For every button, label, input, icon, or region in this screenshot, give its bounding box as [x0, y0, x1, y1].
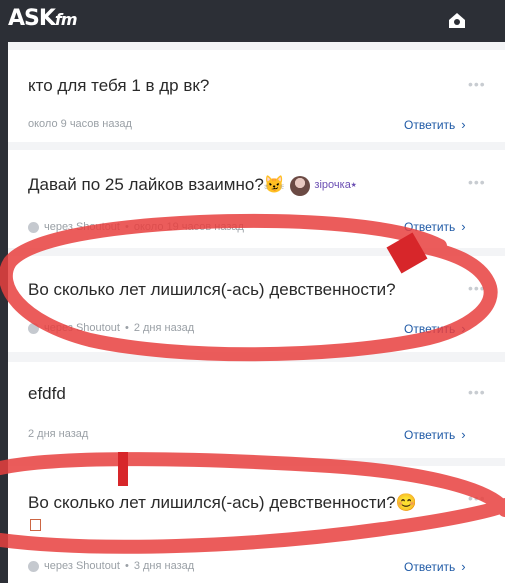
answer-button[interactable]: Ответить ›: [404, 559, 466, 574]
question-text[interactable]: Давай по 25 лайков взаимно?😼 зірочка⭑: [28, 175, 357, 196]
shoutout-icon: [28, 221, 39, 233]
more-dots-icon[interactable]: •••: [468, 174, 486, 190]
chevron-right-icon: ›: [461, 219, 466, 234]
chevron-right-icon: ›: [461, 427, 466, 442]
answer-label: Ответить: [404, 321, 456, 336]
answer-button[interactable]: Ответить ›: [404, 321, 466, 336]
answer-label: Ответить: [404, 117, 456, 132]
askfm-logo[interactable]: ASKfm: [8, 6, 78, 31]
more-dots-icon[interactable]: •••: [468, 490, 486, 506]
chevron-right-icon: ›: [461, 321, 466, 336]
question-time: около 9 часов назад: [28, 118, 132, 130]
question-time: около 19 часов назад: [133, 221, 244, 233]
question-text[interactable]: Во сколько лет лишился(-ась) девственнос…: [28, 280, 396, 300]
question-meta: 2 дня назад: [28, 428, 88, 440]
question-text[interactable]: кто для тебя 1 в др вк?: [28, 76, 209, 96]
question-meta: через Shoutout • 3 дня назад: [28, 560, 194, 572]
answer-label: Ответить: [404, 219, 456, 234]
question-card: Давай по 25 лайков взаимно?😼 зірочка⭑ ••…: [8, 150, 505, 248]
notification-icon[interactable]: [447, 11, 467, 31]
shoutout-icon: [28, 560, 39, 572]
question-feed: кто для тебя 1 в др вк? ••• около 9 часо…: [8, 42, 505, 583]
via-shoutout: через Shoutout: [44, 221, 120, 233]
more-dots-icon[interactable]: •••: [468, 76, 486, 92]
chevron-right-icon: ›: [461, 117, 466, 132]
shoutout-icon: [28, 322, 39, 334]
question-meta: через Shoutout • около 19 часов назад: [28, 221, 244, 233]
question-time: 2 дня назад: [28, 428, 89, 440]
question-text[interactable]: efdfd: [28, 384, 66, 404]
question-time: 3 дня назад: [133, 560, 195, 572]
meta-separator: •: [124, 560, 129, 572]
user-name[interactable]: зірочка⭑: [314, 179, 356, 191]
via-shoutout: через Shoutout: [44, 560, 120, 572]
answer-button[interactable]: Ответить ›: [404, 117, 466, 132]
question-card: кто для тебя 1 в др вк? ••• около 9 часо…: [8, 50, 505, 142]
chevron-right-icon: ›: [461, 559, 466, 574]
question-card: Во сколько лет лишился(-ась) девственнос…: [8, 256, 505, 352]
answer-button[interactable]: Ответить ›: [404, 427, 466, 442]
answer-button[interactable]: Ответить ›: [404, 219, 466, 234]
question-text[interactable]: Во сколько лет лишился(-ась) девственнос…: [28, 493, 417, 513]
via-shoutout: через Shoutout: [44, 322, 120, 334]
top-bar: ASKfm: [0, 0, 505, 42]
question-meta: около 9 часов назад: [28, 118, 132, 130]
answer-label: Ответить: [404, 427, 456, 442]
avatar[interactable]: [289, 175, 310, 196]
broken-emoji-glyph: [30, 519, 41, 531]
question-time: 2 дня назад: [133, 322, 195, 334]
question-card: efdfd ••• 2 дня назад Ответить ›: [8, 362, 505, 458]
question-meta: через Shoutout • 2 дня назад: [28, 322, 194, 334]
more-dots-icon[interactable]: •••: [468, 280, 486, 296]
logo-sub: fm: [54, 10, 78, 29]
more-dots-icon[interactable]: •••: [468, 384, 486, 400]
question-text-label: Давай по 25 лайков взаимно?😼: [28, 175, 285, 194]
question-card: Во сколько лет лишился(-ась) девственнос…: [8, 466, 505, 583]
meta-separator: •: [124, 322, 129, 334]
logo-main: ASK: [8, 6, 56, 31]
meta-separator: •: [124, 221, 129, 233]
answer-label: Ответить: [404, 559, 456, 574]
